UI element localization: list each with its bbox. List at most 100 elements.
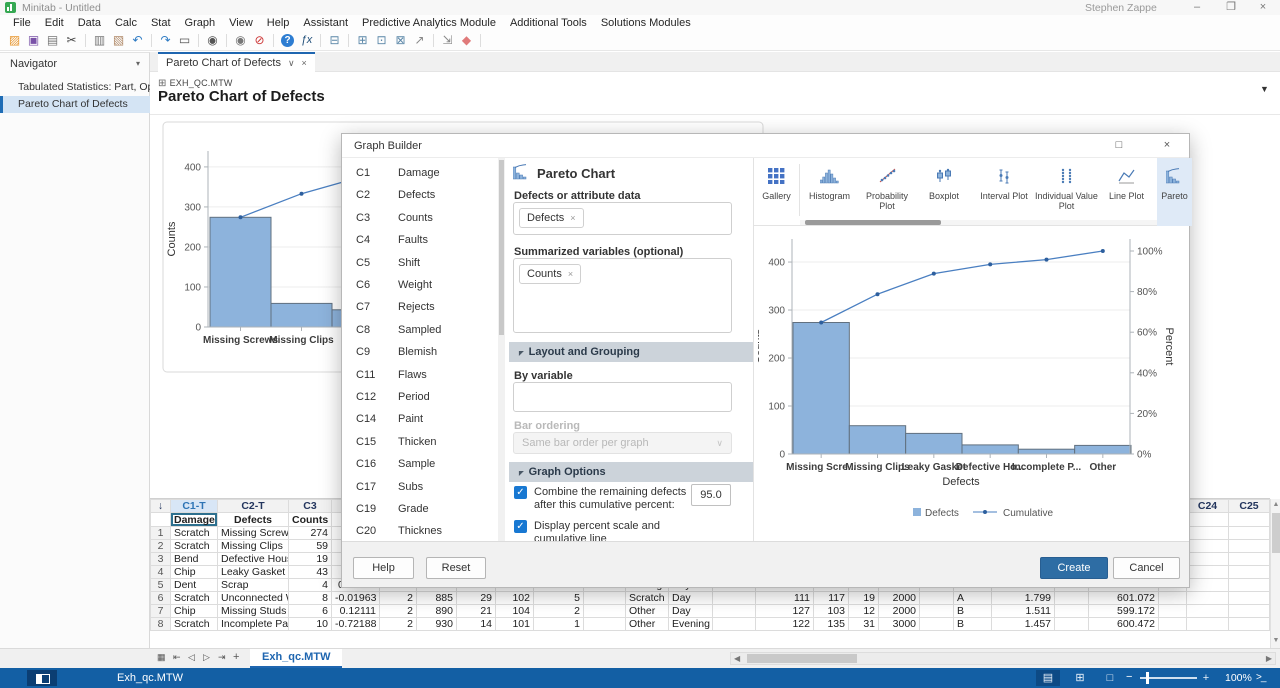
cell[interactable]: 103 — [814, 605, 849, 618]
menu-predictive-analytics-module[interactable]: Predictive Analytics Module — [355, 15, 503, 31]
row-number[interactable]: 4 — [151, 566, 171, 579]
column-item-c14[interactable]: C14Paint — [342, 408, 498, 430]
zoom-level[interactable]: 100% — [1225, 672, 1252, 684]
worksheet-view-icon[interactable]: ⊞ — [1068, 670, 1092, 686]
row-number[interactable]: 2 — [151, 540, 171, 553]
restore-icon[interactable]: ❐ — [1220, 0, 1242, 14]
dialog-close-icon[interactable]: × — [1150, 134, 1184, 157]
cell[interactable]: Chip — [171, 566, 218, 579]
cell[interactable]: 122 — [756, 618, 814, 631]
scroll-left-icon[interactable]: ◀ — [734, 653, 740, 664]
erase-icon[interactable]: ◆ — [458, 32, 475, 49]
prev-sheet-icon[interactable]: ◁ — [188, 652, 195, 663]
insert-columns-icon[interactable]: ⊡ — [373, 32, 390, 49]
cell[interactable]: 29 — [457, 592, 496, 605]
cell[interactable]: 599.172 — [1089, 605, 1159, 618]
cell[interactable]: 1.511 — [992, 605, 1055, 618]
cell[interactable] — [1159, 618, 1187, 631]
dialog-maximize-icon[interactable]: □ — [1102, 134, 1136, 157]
cell[interactable]: 4 — [289, 579, 332, 592]
cell[interactable]: Bend — [171, 553, 218, 566]
row-number[interactable]: 1 — [151, 527, 171, 540]
column-item-c9[interactable]: C9Blemish — [342, 341, 498, 363]
tab-close-icon[interactable]: × — [302, 58, 307, 68]
cell[interactable] — [1229, 605, 1270, 618]
column-name-cell[interactable] — [1187, 513, 1229, 527]
cell[interactable] — [713, 618, 756, 631]
menu-view[interactable]: View — [222, 15, 260, 31]
column-item-c20[interactable]: C20Thicknes — [342, 520, 498, 542]
sidebar-item-pareto-chart-of-defects[interactable]: Pareto Chart of Defects — [0, 96, 150, 113]
cell[interactable] — [1187, 527, 1229, 540]
cell[interactable]: Dent — [171, 579, 218, 592]
column-properties-icon[interactable]: ⊠ — [392, 32, 409, 49]
find-next-icon[interactable]: ◉ — [232, 32, 249, 49]
cumulative-percent-input[interactable]: 95.0 — [691, 484, 731, 506]
cell[interactable] — [584, 618, 626, 631]
cell[interactable]: 127 — [756, 605, 814, 618]
column-name-cell[interactable]: Counts — [289, 513, 332, 527]
paste-icon[interactable]: ▧ — [110, 32, 127, 49]
cell[interactable] — [1229, 592, 1270, 605]
menu-additional-tools[interactable]: Additional Tools — [503, 15, 594, 31]
close-icon[interactable]: × — [1252, 0, 1274, 14]
counts-chip[interactable]: Counts× — [519, 264, 581, 284]
cell[interactable] — [1055, 618, 1089, 631]
cell[interactable] — [1187, 540, 1229, 553]
column-item-c16[interactable]: C16Sample — [342, 453, 498, 475]
tab-chevron-icon[interactable]: ∨ — [288, 58, 295, 69]
cell[interactable] — [1187, 579, 1229, 592]
row-number[interactable]: 3 — [151, 553, 171, 566]
row-number[interactable]: 6 — [151, 592, 171, 605]
cell[interactable]: 2 — [380, 605, 417, 618]
bar-ordering-select[interactable]: Same bar order per graph∨ — [513, 432, 732, 454]
column-header-c24[interactable]: C24 — [1187, 500, 1229, 513]
cell[interactable]: B — [954, 618, 992, 631]
cell[interactable] — [1187, 618, 1229, 631]
scroll-up-icon[interactable]: ▲ — [1271, 499, 1280, 511]
menu-assistant[interactable]: Assistant — [296, 15, 355, 31]
cell[interactable]: 10 — [289, 618, 332, 631]
add-sheet-icon[interactable]: + — [233, 651, 239, 663]
cell[interactable] — [1187, 553, 1229, 566]
column-item-c19[interactable]: C19Grade — [342, 498, 498, 520]
cell[interactable]: 111 — [756, 592, 814, 605]
column-header-c2-t[interactable]: C2-T — [218, 500, 289, 513]
cell[interactable]: Missing Studs — [218, 605, 289, 618]
worksheet-vertical-scrollbar[interactable]: ▲ ▼ — [1270, 499, 1280, 648]
menu-help[interactable]: Help — [260, 15, 297, 31]
cell[interactable] — [1159, 605, 1187, 618]
zoom-in-icon[interactable]: + — [1200, 670, 1212, 686]
help-icon[interactable]: ? — [281, 34, 294, 47]
cell[interactable] — [1055, 605, 1089, 618]
cell[interactable]: 2 — [534, 605, 584, 618]
save-project-icon[interactable]: ▣ — [25, 32, 42, 49]
cell[interactable]: Incomplete Part — [218, 618, 289, 631]
scroll-down-icon[interactable]: ▼ — [1271, 635, 1280, 647]
column-item-c2[interactable]: C2Defects — [342, 184, 498, 206]
cell[interactable]: A — [954, 592, 992, 605]
gallery-item-interval-plot[interactable]: Interval Plot — [974, 158, 1034, 220]
cell[interactable] — [920, 592, 954, 605]
sheet-list-icon[interactable]: ▦ — [157, 652, 166, 663]
last-sheet-icon[interactable]: ⇥ — [218, 652, 226, 663]
cell[interactable]: 600.472 — [1089, 618, 1159, 631]
cell[interactable] — [920, 605, 954, 618]
cell[interactable]: 885 — [417, 592, 457, 605]
cell[interactable]: 135 — [814, 618, 849, 631]
next-sheet-icon[interactable]: ▷ — [203, 652, 210, 663]
cell[interactable]: 1 — [534, 618, 584, 631]
cell[interactable] — [1229, 618, 1270, 631]
cell[interactable]: 2000 — [879, 605, 920, 618]
section-graph-options[interactable]: Graph Options — [509, 462, 753, 482]
column-item-c7[interactable]: C7Rejects — [342, 296, 498, 318]
cell[interactable] — [1229, 527, 1270, 540]
worksheet-horizontal-scrollbar[interactable]: ◀ ▶ — [730, 652, 1276, 665]
gallery-item-individual-value-plot[interactable]: Individual Value Plot — [1034, 158, 1099, 220]
row-number[interactable]: 8 — [151, 618, 171, 631]
cell[interactable]: 2 — [380, 618, 417, 631]
scrollbar-thumb[interactable] — [747, 654, 857, 663]
cell[interactable]: Scratch — [171, 592, 218, 605]
cell[interactable] — [1229, 540, 1270, 553]
copy-icon[interactable]: ▥ — [91, 32, 108, 49]
